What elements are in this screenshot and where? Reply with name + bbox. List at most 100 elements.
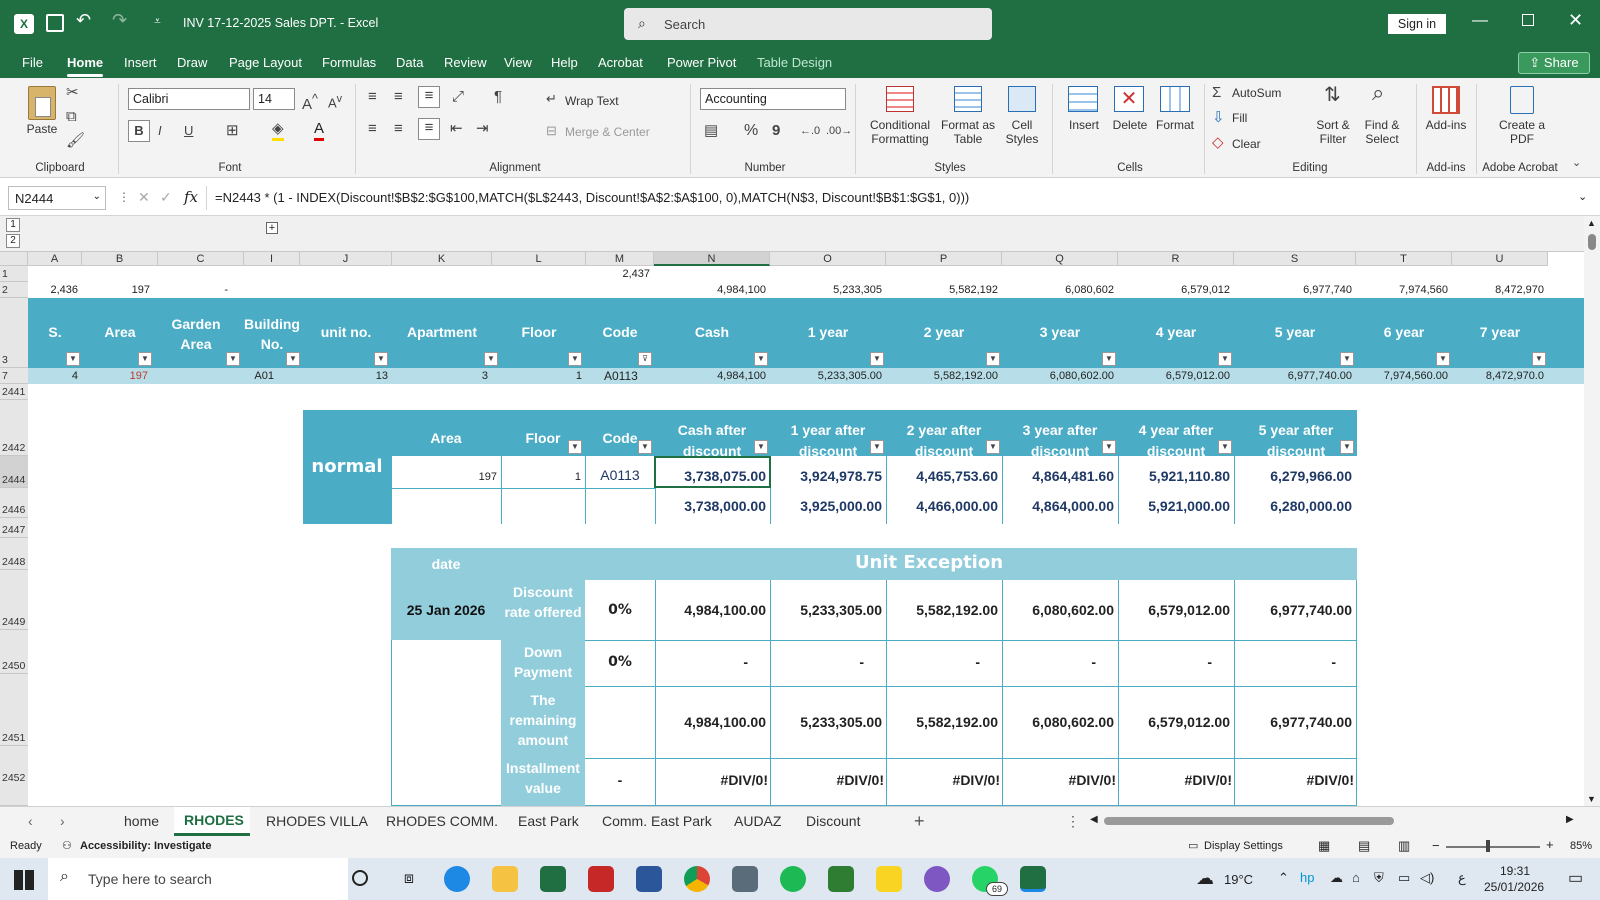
col-header-i[interactable]: I bbox=[244, 252, 300, 266]
format-as-table-button[interactable]: Format as Table bbox=[938, 118, 998, 146]
sheet-options-icon[interactable]: ⋮ bbox=[1066, 813, 1080, 830]
filter-dropdown-icon[interactable]: ▼ bbox=[568, 440, 582, 454]
col-header-l[interactable]: L bbox=[492, 252, 586, 266]
rounded-5-year[interactable]: 6,280,000.00 bbox=[1236, 498, 1352, 514]
sort-filter-button[interactable]: Sort & Filter bbox=[1312, 118, 1354, 146]
exc-r4-1y[interactable]: #DIV/0! bbox=[772, 772, 884, 788]
rounded-2-year[interactable]: 4,466,000.00 bbox=[888, 498, 998, 514]
align-left-icon[interactable]: ≡ bbox=[368, 120, 377, 138]
row-header-2446[interactable]: 2446 bbox=[0, 488, 28, 518]
autosum-icon[interactable]: Σ bbox=[1212, 84, 1221, 102]
formula-input[interactable]: =N2443 * (1 - INDEX(Discount!$B$2:$G$100… bbox=[206, 186, 1576, 210]
filter-dropdown-icon[interactable]: ▼ bbox=[286, 352, 300, 366]
row-header-3[interactable]: 3 bbox=[0, 298, 28, 368]
page-break-view-icon[interactable]: ▥ bbox=[1398, 838, 1410, 854]
menu-acrobat[interactable]: Acrobat bbox=[598, 55, 643, 70]
filter-dropdown-icon[interactable]: ▼ bbox=[1102, 352, 1116, 366]
insert-function-icon[interactable]: fx bbox=[184, 188, 198, 206]
normal-1-year[interactable]: 3,924,978.75 bbox=[772, 468, 882, 484]
share-button[interactable]: ⇪ Share bbox=[1518, 52, 1590, 74]
menu-table-design[interactable]: Table Design bbox=[757, 55, 832, 70]
decrease-indent-icon[interactable]: ⇤ bbox=[450, 120, 463, 138]
filter-dropdown-icon[interactable]: ▼ bbox=[484, 352, 498, 366]
row-header-2442[interactable]: 2442 bbox=[0, 400, 28, 456]
cell-p7[interactable]: 5,582,192.00 bbox=[886, 369, 998, 383]
exc-r2-cash[interactable]: - bbox=[656, 654, 748, 670]
decrease-decimal-icon[interactable]: .00→ bbox=[826, 122, 852, 140]
menu-draw[interactable]: Draw bbox=[177, 55, 207, 70]
comma-style-button[interactable]: 9 bbox=[772, 122, 780, 140]
rounded-1-year[interactable]: 3,925,000.00 bbox=[772, 498, 882, 514]
normal-4-year[interactable]: 5,921,110.80 bbox=[1120, 468, 1230, 484]
filter-dropdown-icon[interactable]: ▼ bbox=[1218, 352, 1232, 366]
cell-o2[interactable]: 5,233,305 bbox=[770, 283, 882, 297]
confirm-formula-icon[interactable]: ✓ bbox=[160, 189, 172, 206]
normal-cash[interactable]: 3,738,075.00 bbox=[656, 468, 766, 484]
undo-icon[interactable]: ↶ bbox=[76, 10, 91, 31]
acrobat-taskbar-icon[interactable] bbox=[588, 866, 614, 892]
cell-a2[interactable]: 2,436 bbox=[28, 283, 78, 297]
filter-dropdown-icon[interactable]: ▼ bbox=[754, 352, 768, 366]
exc-r4-3y[interactable]: #DIV/0! bbox=[1004, 772, 1116, 788]
col-header-m[interactable]: M bbox=[586, 252, 654, 266]
filter-dropdown-icon[interactable]: ▼ bbox=[1532, 352, 1546, 366]
bold-button[interactable]: B bbox=[128, 120, 150, 142]
cell-c2[interactable]: - bbox=[158, 283, 228, 297]
normal-code-value[interactable]: A0113 bbox=[586, 468, 654, 482]
cell-n2[interactable]: 4,984,100 bbox=[654, 283, 766, 297]
col-header-r[interactable]: R bbox=[1118, 252, 1234, 266]
cell-p2[interactable]: 5,582,192 bbox=[886, 283, 998, 297]
menu-home[interactable]: Home bbox=[67, 55, 104, 77]
wifi-icon[interactable]: ▭ bbox=[1398, 870, 1410, 886]
exc-r1-1y[interactable]: 5,233,305.00 bbox=[772, 602, 882, 618]
col-header-a[interactable]: A bbox=[28, 252, 82, 266]
filter-dropdown-icon[interactable]: ▼ bbox=[1102, 440, 1116, 454]
menu-insert[interactable]: Insert bbox=[124, 55, 157, 70]
horizontal-scrollbar[interactable]: ◀ ▶ bbox=[1090, 814, 1576, 827]
sheet-tab-home[interactable]: home bbox=[124, 813, 159, 829]
rounded-cash[interactable]: 3,738,000.00 bbox=[656, 498, 766, 514]
temperature[interactable]: 19°C bbox=[1224, 872, 1253, 887]
menu-power-pivot[interactable]: Power Pivot bbox=[667, 55, 736, 70]
exc-r2-2y[interactable]: - bbox=[888, 654, 980, 670]
normal-area-value[interactable]: 197 bbox=[391, 470, 497, 484]
merge-center-button[interactable]: Merge & Center bbox=[565, 125, 650, 139]
filter-dropdown-icon[interactable]: ▼ bbox=[1340, 352, 1354, 366]
row-header-2[interactable]: 2 bbox=[0, 282, 28, 298]
scroll-down-icon[interactable]: ▼ bbox=[1587, 794, 1596, 804]
worksheet[interactable]: 1 2 + A B C I J K L M N O P Q R S T U 1 … bbox=[0, 216, 1600, 806]
col-header-p[interactable]: P bbox=[886, 252, 1002, 266]
maximize-icon[interactable] bbox=[1522, 14, 1534, 26]
row-header-2452[interactable]: 2452 bbox=[0, 746, 28, 806]
exc-r3-3y[interactable]: 6,080,602.00 bbox=[1004, 714, 1114, 730]
row-header-2441[interactable]: 2441 bbox=[0, 384, 28, 400]
edge-icon[interactable] bbox=[444, 866, 470, 892]
create-pdf-icon[interactable] bbox=[1510, 86, 1534, 114]
exc-r4-5y[interactable]: #DIV/0! bbox=[1236, 772, 1354, 788]
exc-r2-1y[interactable]: - bbox=[772, 654, 864, 670]
exc-r3-2y[interactable]: 5,582,192.00 bbox=[888, 714, 998, 730]
search-box[interactable]: ⌕ Search bbox=[624, 8, 992, 40]
exc-r1-5y[interactable]: 6,977,740.00 bbox=[1236, 602, 1352, 618]
cell-b2[interactable]: 197 bbox=[82, 283, 150, 297]
wrap-text-button[interactable]: Wrap Text bbox=[565, 94, 619, 108]
filter-dropdown-icon[interactable]: ▼ bbox=[66, 352, 80, 366]
normal-3-year[interactable]: 4,864,481.60 bbox=[1004, 468, 1114, 484]
menu-view[interactable]: View bbox=[504, 55, 532, 70]
normal-view-icon[interactable]: ▦ bbox=[1318, 838, 1330, 854]
cancel-formula-icon[interactable]: ✕ bbox=[138, 189, 150, 206]
cell-l7[interactable]: 1 bbox=[492, 369, 582, 383]
format-table-icon[interactable] bbox=[954, 86, 982, 112]
align-middle-icon[interactable]: ≡ bbox=[394, 88, 403, 106]
col-header-c[interactable]: C bbox=[158, 252, 244, 266]
row-header-2450[interactable]: 2450 bbox=[0, 630, 28, 674]
filter-dropdown-icon[interactable]: ▼ bbox=[754, 440, 768, 454]
prev-sheet-icon[interactable]: ‹ bbox=[28, 813, 33, 829]
filter-dropdown-icon[interactable]: ▼ bbox=[870, 440, 884, 454]
col-header-b[interactable]: B bbox=[82, 252, 158, 266]
cell-s2[interactable]: 6,977,740 bbox=[1234, 283, 1352, 297]
autosum-button[interactable]: AutoSum bbox=[1232, 86, 1281, 100]
sheet-tab-audaz[interactable]: AUDAZ bbox=[734, 813, 781, 829]
name-box[interactable]: N2444 ⌄ bbox=[8, 186, 106, 210]
cell-u7[interactable]: 8,472,970.0 bbox=[1452, 369, 1544, 383]
